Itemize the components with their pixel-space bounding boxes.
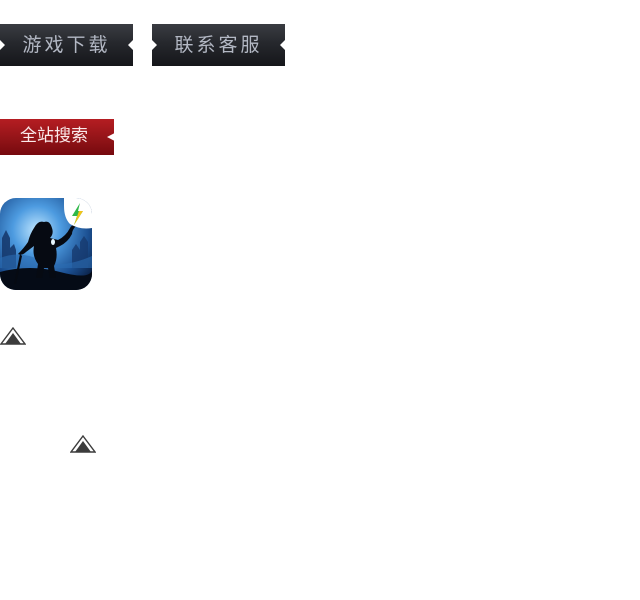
game-app-icon[interactable]: [0, 198, 92, 290]
scroll-top-triangle-up-icon[interactable]: [0, 327, 26, 345]
back-to-top-triangle-up-icon[interactable]: [70, 435, 96, 453]
contact-support-button[interactable]: 联系客服: [152, 24, 285, 66]
site-search-button[interactable]: 全站搜索: [0, 119, 114, 155]
game-download-button[interactable]: 游戏下载: [0, 24, 133, 66]
